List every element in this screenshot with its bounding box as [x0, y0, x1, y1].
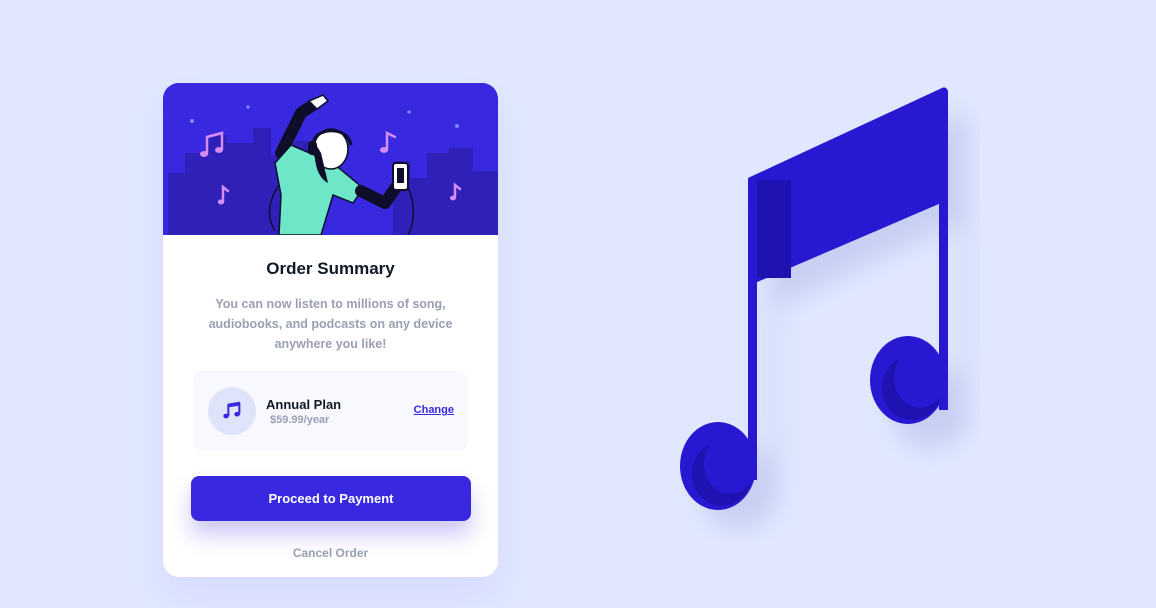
proceed-to-payment-button[interactable]: Proceed to Payment: [191, 476, 471, 521]
change-plan-link[interactable]: Change: [414, 404, 454, 416]
cancel-order-button[interactable]: Cancel Order: [163, 546, 498, 560]
person-dancing-with-headphones-illustration: [163, 83, 498, 235]
plan-name: Annual Plan: [266, 397, 342, 412]
order-description: You can now listen to millions of song, …: [208, 297, 453, 351]
order-summary-card: Order Summary You can now listen to mill…: [163, 83, 498, 577]
music-note-icon: [208, 387, 256, 435]
page-title: Order Summary: [266, 259, 395, 278]
hero-illustration: [163, 83, 498, 235]
plan-price: $59.99/year: [270, 414, 330, 426]
page-background: Order Summary You can now listen to mill…: [0, 0, 1156, 608]
plan-summary: Annual Plan $59.99/year Change: [193, 371, 468, 451]
large-music-note-icon: [660, 70, 980, 545]
